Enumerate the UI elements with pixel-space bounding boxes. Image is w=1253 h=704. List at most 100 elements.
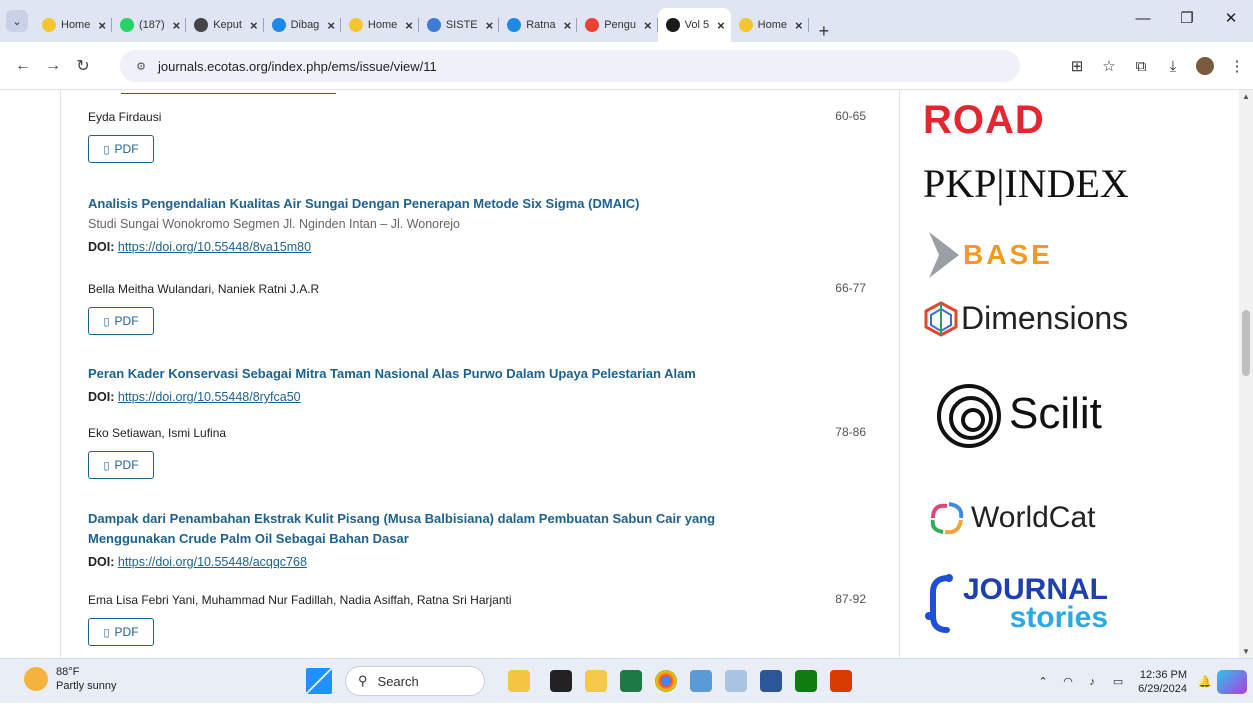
weather-condition: Partly sunny: [56, 680, 117, 692]
browser-tab[interactable]: Pengu ×: [577, 10, 659, 40]
extensions-icon[interactable]: ⧉: [1125, 58, 1157, 75]
tab-close-icon[interactable]: ×: [98, 18, 106, 33]
minimize-button[interactable]: —: [1121, 0, 1165, 36]
tab-strip: ⌄ Home × (187) × Keput × Dibag × Home × SISTE × Ratn…: [0, 0, 1253, 42]
file-explorer-icon[interactable]: [585, 670, 607, 692]
system-tray: ⌃ ◠ ♪ ▭ 12:36 PM 6/29/2024 🔔: [1030, 659, 1253, 704]
show-hidden-icons-chevron-icon[interactable]: ⌃: [1030, 675, 1056, 688]
browser-tab[interactable]: SISTE ×: [419, 10, 500, 40]
browser-tab[interactable]: Home ×: [731, 10, 809, 40]
article-item: Peran Kader Konservasi Sebagai Mitra Tam…: [88, 364, 888, 484]
snipping-tool-icon[interactable]: [690, 670, 712, 692]
reload-button[interactable]: ↻: [68, 56, 98, 76]
tab-close-icon[interactable]: ×: [486, 18, 494, 33]
clock[interactable]: 12:36 PM 6/29/2024: [1138, 668, 1187, 696]
tab-favicon-icon: [348, 18, 363, 32]
doi-link[interactable]: https://doi.org/10.55448/8ryfca50: [118, 390, 301, 404]
browser-tab[interactable]: Vol 5 ×: [657, 8, 731, 42]
taskbar-search[interactable]: ⚲ Search: [345, 666, 485, 696]
weather-widget[interactable]: 88°F Partly sunny: [24, 665, 117, 693]
translate-icon[interactable]: ⊞: [1061, 57, 1093, 75]
pkp-index-logo[interactable]: PKP|INDEX: [923, 160, 1129, 207]
tab-close-icon[interactable]: ×: [173, 18, 181, 33]
browser-tab[interactable]: (187) ×: [112, 10, 187, 40]
chevron-down-icon: ⌄: [6, 10, 28, 32]
scroll-up-arrow-icon[interactable]: ▲: [1242, 92, 1250, 101]
word-app-icon[interactable]: [760, 670, 782, 692]
clock-time: 12:36 PM: [1139, 668, 1187, 681]
pdf-button[interactable]: ▯ PDF: [88, 135, 154, 163]
article-title-link[interactable]: Peran Kader Konservasi Sebagai Mitra Tam…: [88, 364, 888, 384]
article-pages: 66-77: [835, 281, 866, 295]
pdf-button[interactable]: ▯ PDF: [88, 618, 154, 646]
tab-close-icon[interactable]: ×: [327, 18, 335, 33]
volume-icon[interactable]: ♪: [1080, 676, 1104, 688]
pdf-file-icon: ▯: [103, 626, 110, 639]
start-windows-icon[interactable]: [306, 668, 332, 694]
tab-label: Home: [367, 19, 398, 31]
address-bar[interactable]: ⚙ journals.ecotas.org/index.php/ems/issu…: [120, 50, 1020, 82]
excel-app-icon[interactable]: [620, 670, 642, 692]
scilit-logo[interactable]: Scilit: [935, 380, 1102, 448]
profile-avatar[interactable]: [1189, 57, 1221, 76]
tab-favicon-icon: [271, 18, 286, 32]
article-authors: Ema Lisa Febri Yani, Muhammad Nur Fadill…: [88, 593, 512, 607]
task-view-icon[interactable]: [550, 670, 572, 692]
scroll-down-arrow-icon[interactable]: ▼: [1242, 647, 1250, 656]
browser-tab[interactable]: Keput ×: [186, 10, 264, 40]
wifi-icon[interactable]: ◠: [1056, 675, 1080, 688]
copilot-widget-icon[interactable]: [508, 670, 530, 692]
article-pages: 60-65: [835, 109, 866, 123]
app-icon[interactable]: [725, 670, 747, 692]
copilot-icon[interactable]: [1217, 669, 1247, 694]
pdf-button[interactable]: ▯ PDF: [88, 307, 154, 335]
browser-tab[interactable]: Home ×: [341, 10, 419, 40]
back-button[interactable]: ←: [8, 57, 38, 75]
base-logo[interactable]: BASE: [927, 230, 1053, 280]
article-title-link[interactable]: Analisis Pengendalian Kualitas Air Sunga…: [88, 194, 888, 214]
browser-tab[interactable]: Ratna ×: [499, 10, 578, 40]
browser-tab[interactable]: Dibag ×: [264, 10, 342, 40]
article-title-link[interactable]: Dampak dari Penambahan Ekstrak Kulit Pis…: [88, 509, 888, 549]
tab-list: Home × (187) × Keput × Dibag × Home × SISTE × Ratna ×…: [34, 8, 809, 42]
road-logo[interactable]: ROAD: [923, 98, 1045, 143]
browser-tab[interactable]: Home ×: [34, 10, 112, 40]
dimensions-logo[interactable]: Dimensions: [923, 300, 1128, 337]
windows-taskbar: 88°F Partly sunny ⚲ Search ⌃ ◠ ♪ ▭ 12:36 …: [0, 658, 1253, 703]
tab-close-icon[interactable]: ×: [795, 18, 803, 33]
tab-close-icon[interactable]: ×: [250, 18, 258, 33]
downloads-icon[interactable]: ⤓: [1157, 58, 1189, 75]
new-tab-button[interactable]: +: [809, 21, 840, 42]
article-title-line: Menggunakan Crude Palm Oil Sebagai Bahan…: [88, 531, 409, 546]
restore-button[interactable]: ❐: [1165, 0, 1209, 36]
pdf-file-icon: ▯: [103, 315, 110, 328]
tab-close-icon[interactable]: ×: [717, 18, 725, 33]
notification-bell-icon[interactable]: 🔔: [1193, 675, 1217, 688]
menu-icon[interactable]: ⋮: [1221, 57, 1253, 75]
doi-link[interactable]: https://doi.org/10.55448/acqqc768: [118, 555, 307, 569]
tab-search-button[interactable]: ⌄: [0, 0, 34, 42]
bookmark-star-icon[interactable]: ☆: [1093, 57, 1125, 75]
tab-close-icon[interactable]: ×: [564, 18, 572, 33]
tab-close-icon[interactable]: ×: [644, 18, 652, 33]
chrome-app-icon[interactable]: [655, 670, 677, 692]
journal-stories-logo[interactable]: JOURNAL stories: [923, 572, 1108, 636]
truncated-doi-link[interactable]: [121, 90, 336, 94]
doi-link[interactable]: https://doi.org/10.55448/8va15m80: [118, 240, 311, 254]
site-info-icon[interactable]: ⚙: [132, 57, 150, 75]
worldcat-logo[interactable]: WorldCat: [927, 500, 1095, 536]
dimensions-logo-text: Dimensions: [961, 300, 1129, 336]
tab-close-icon[interactable]: ×: [405, 18, 413, 33]
pdf-button-label: PDF: [114, 142, 139, 156]
office-app-icon[interactable]: [830, 670, 852, 692]
battery-icon[interactable]: ▭: [1104, 675, 1132, 688]
article-doi: DOI: https://doi.org/10.55448/8ryfca50: [88, 387, 888, 407]
pdf-button-label: PDF: [114, 458, 139, 472]
article-authors: Eyda Firdausi: [88, 110, 162, 124]
forward-button[interactable]: →: [38, 57, 68, 75]
scrollbar-thumb[interactable]: [1242, 310, 1250, 376]
pdf-button[interactable]: ▯ PDF: [88, 451, 154, 479]
page-scrollbar[interactable]: ▲ ▼: [1239, 90, 1253, 658]
close-window-button[interactable]: ✕: [1209, 0, 1253, 36]
xbox-app-icon[interactable]: [795, 670, 817, 692]
